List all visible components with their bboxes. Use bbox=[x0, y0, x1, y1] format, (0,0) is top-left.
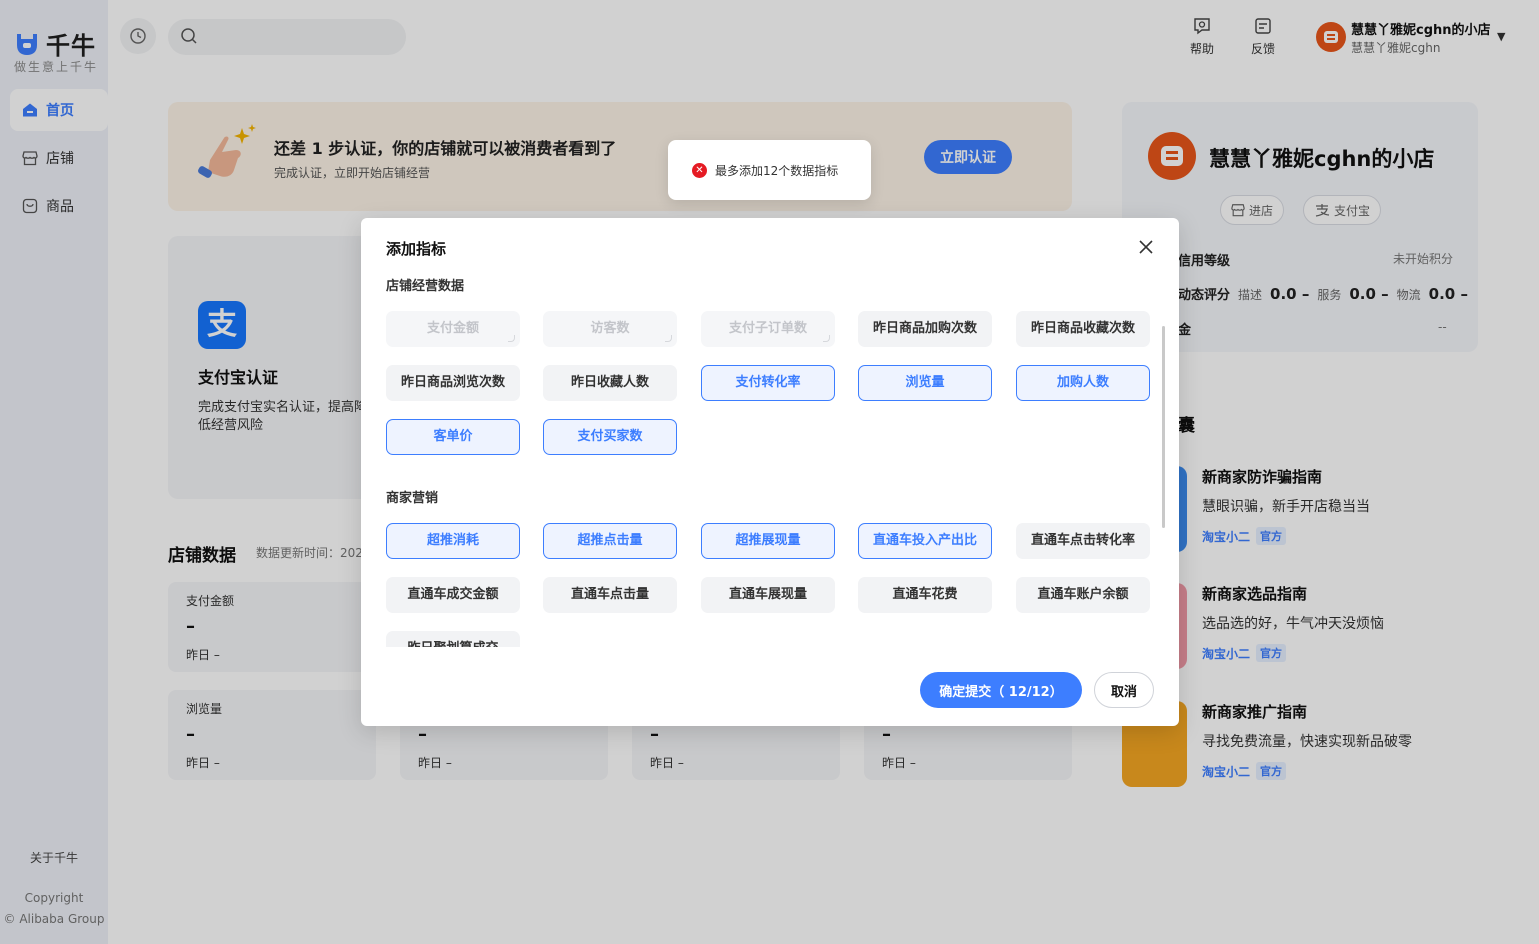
metric-option[interactable]: 直通车展现量 bbox=[701, 577, 835, 613]
metric-option[interactable]: 昨日商品浏览次数 bbox=[386, 365, 520, 401]
group-title: 商家营销 bbox=[386, 491, 439, 506]
metric-option[interactable]: 超推点击量 bbox=[543, 523, 677, 559]
metric-option[interactable]: 访客数 bbox=[543, 311, 677, 347]
error-icon: ✕ bbox=[692, 162, 707, 178]
metric-option[interactable]: 昨日聚划算成交 bbox=[386, 631, 520, 647]
metric-option[interactable]: 直通车花费 bbox=[858, 577, 992, 613]
metric-option[interactable]: 直通车账户余额 bbox=[1016, 577, 1150, 613]
metric-option[interactable]: 支付买家数 bbox=[543, 419, 677, 455]
metric-option[interactable]: 直通车点击转化率 bbox=[1016, 523, 1150, 559]
metric-option[interactable]: 支付子订单数 bbox=[701, 311, 835, 347]
metric-option[interactable]: 昨日商品加购次数 bbox=[858, 311, 992, 347]
dialog-title: 添加指标 bbox=[386, 240, 447, 258]
metric-option[interactable]: 客单价 bbox=[386, 419, 520, 455]
metric-option[interactable]: 加购人数 bbox=[1016, 365, 1150, 401]
metric-option[interactable]: 直通车投入产出比 bbox=[858, 523, 992, 559]
submit-button[interactable]: 确定提交（ 12/12） bbox=[920, 672, 1082, 708]
metric-option[interactable]: 超推展现量 bbox=[701, 523, 835, 559]
close-icon[interactable] bbox=[1137, 238, 1155, 256]
metric-option[interactable]: 直通车成交金额 bbox=[386, 577, 520, 613]
metric-option[interactable]: 昨日商品收藏次数 bbox=[1016, 311, 1150, 347]
metric-option[interactable]: 直通车点击量 bbox=[543, 577, 677, 613]
group-title: 店铺经营数据 bbox=[386, 279, 465, 294]
error-toast: ✕ 最多添加12个数据指标 bbox=[668, 140, 871, 200]
metric-option[interactable]: 浏览量 bbox=[858, 365, 992, 401]
metric-option[interactable]: 支付金额 bbox=[386, 311, 520, 347]
cancel-button[interactable]: 取消 bbox=[1094, 672, 1154, 708]
toast-message: 最多添加12个数据指标 bbox=[715, 163, 839, 178]
metric-option[interactable]: 昨日收藏人数 bbox=[543, 365, 677, 401]
metric-option[interactable]: 支付转化率 bbox=[701, 365, 835, 401]
metric-option[interactable]: 超推消耗 bbox=[386, 523, 520, 559]
metrics-scroll-area[interactable]: 店铺经营数据 支付金额 访客数 支付子订单数 昨日商品加购次数 昨日商品收藏次数… bbox=[361, 268, 1179, 647]
add-metrics-dialog: 添加指标 店铺经营数据 支付金额 访客数 支付子订单数 昨日商品加购次数 昨日商… bbox=[361, 218, 1179, 726]
scrollbar[interactable] bbox=[1162, 326, 1165, 528]
